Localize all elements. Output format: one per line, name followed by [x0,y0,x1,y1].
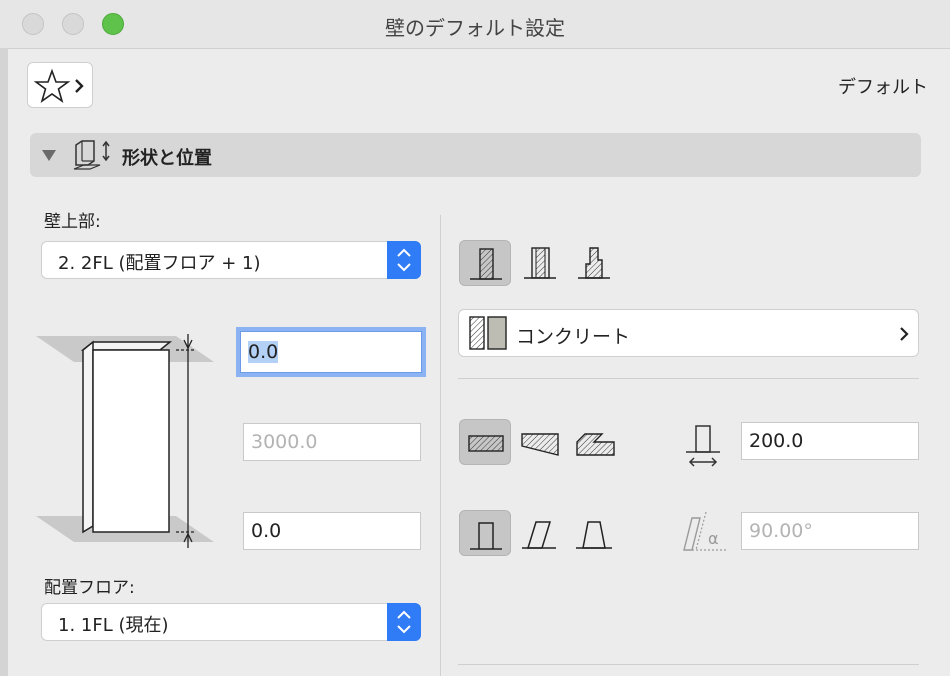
svg-text:α: α [708,529,719,548]
wall-thickness-icon [686,425,720,467]
material-name: コンクリート [516,326,631,348]
basic-structure-button[interactable] [459,240,511,286]
chevron-right-icon [900,327,909,341]
favorites-button[interactable] [27,62,93,108]
section-title: 形状と位置 [122,148,212,169]
slant-angle-icon: α [683,511,726,551]
composite-structure-button[interactable] [514,240,566,286]
straight-wall-icon [468,435,504,452]
double-slanted-wall-profile-icon [576,521,612,549]
divider [458,664,919,665]
double-slanted-wall-button[interactable] [568,510,620,556]
wall-geometry-icon [73,140,110,170]
disclosure-triangle-icon[interactable] [40,147,58,163]
trapezoid-wall-icon [521,433,559,456]
wall-thickness-value: 200.0 [749,430,804,452]
wall-elevation-diagram [36,334,214,548]
trapezoid-wall-button[interactable] [514,419,566,465]
wall-height-field: 3000.0 [243,423,421,461]
profile-wall-icon [578,247,610,279]
slanted-wall-profile-icon [522,521,556,549]
background-window-edge [0,48,8,676]
home-story-popup[interactable]: 1. 1FL (現在) [41,603,421,641]
home-story-label: 配置フロア: [44,578,135,598]
composite-swatch-icon [469,316,507,350]
star-icon [34,68,84,103]
vertical-wall-profile-icon [470,522,502,550]
polygon-wall-button[interactable] [568,419,620,465]
composite-wall-icon [524,247,556,279]
composite-material-selector[interactable]: コンクリート [458,309,919,357]
top-link-value: 2. 2FL (配置フロア + 1) [58,253,261,274]
chevron-updown-icon [387,603,421,641]
wall-height-value: 3000.0 [251,431,318,453]
top-link-popup[interactable]: 2. 2FL (配置フロア + 1) [41,241,421,279]
home-story-value: 1. 1FL (現在) [58,615,169,636]
bottom-offset-value: 0.0 [251,520,282,542]
slanted-wall-button[interactable] [514,510,566,556]
profile-structure-button[interactable] [568,240,620,286]
polygon-wall-icon [576,433,615,456]
top-offset-field[interactable]: 0.0 [236,327,426,377]
title-bar: 壁のデフォルト設定 [0,0,950,49]
divider [458,378,919,379]
bottom-offset-field[interactable]: 0.0 [243,512,421,550]
column-divider [440,215,441,676]
straight-wall-button[interactable] [459,419,511,465]
basic-wall-icon [470,248,502,280]
straight-slant-button[interactable] [459,510,511,556]
top-link-label: 壁上部: [44,212,101,232]
preset-name: デフォルト [838,77,928,98]
window-title: 壁のデフォルト設定 [385,16,565,40]
chevron-updown-icon [387,241,421,279]
slant-angle-value: 90.00° [749,520,813,542]
top-offset-value: 0.0 [248,341,279,363]
wall-thickness-field[interactable]: 200.0 [741,422,919,460]
slant-angle-field: 90.00° [741,512,919,550]
